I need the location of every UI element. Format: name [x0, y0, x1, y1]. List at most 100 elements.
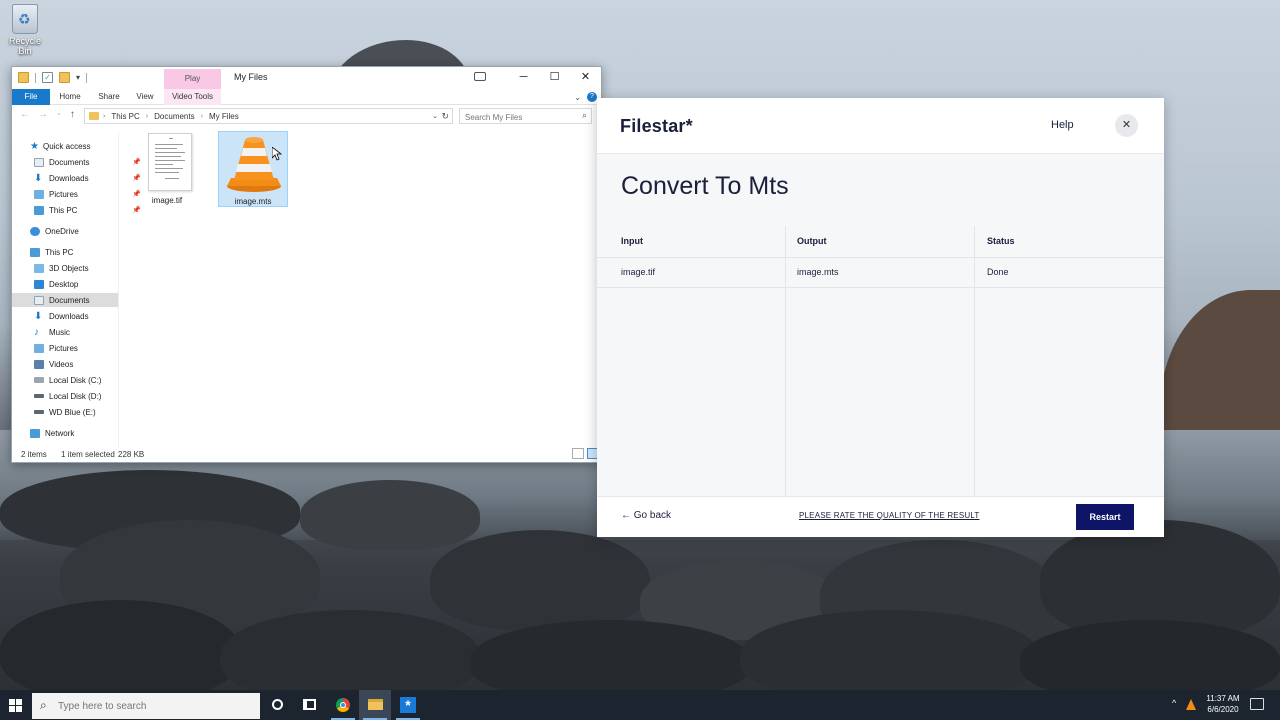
address-bar[interactable]: › This PC › Documents › My Files ⌄ ↻	[84, 108, 453, 124]
clock[interactable]: 11:37 AM 6/6/2020	[1202, 693, 1244, 715]
go-back-button[interactable]: ← Go back	[621, 510, 671, 521]
nav-qa-downloads[interactable]: ⬇ Downloads 📌	[34, 171, 141, 185]
nav-onedrive[interactable]: OneDrive	[30, 224, 79, 238]
cube-icon	[34, 263, 44, 273]
tab-share[interactable]: Share	[94, 89, 124, 105]
ribbon-tabs: File Home Share View Video Tools ⌄ ?	[12, 89, 601, 105]
nav-qa-documents[interactable]: Documents 📌	[34, 155, 141, 169]
forward-arrow-icon[interactable]: →	[38, 109, 48, 120]
filestar-logo: Filestar*	[620, 116, 693, 136]
window-controls: ─ ☐ ✕	[508, 67, 601, 89]
nav-videos[interactable]: Videos	[34, 357, 73, 371]
details-view-icon[interactable]	[572, 448, 584, 459]
nav-qa-this-pc[interactable]: This PC 📌	[34, 203, 141, 217]
search-box[interactable]: ⌕	[459, 108, 592, 125]
nav-quick-access[interactable]: ★ Quick access	[30, 139, 91, 153]
cell-output: image.mts	[797, 267, 839, 277]
taskbar-search-input[interactable]	[58, 697, 248, 715]
properties-icon[interactable]: ✓	[42, 72, 53, 83]
minimize-button[interactable]: ─	[508, 67, 539, 89]
chrome-taskbar-button[interactable]	[327, 690, 359, 720]
nav-pictures[interactable]: Pictures	[34, 341, 78, 355]
close-icon[interactable]: ✕	[1115, 114, 1138, 137]
pin-icon: 📌	[132, 207, 141, 214]
computer-icon	[30, 247, 40, 257]
recent-locations-chevron-icon[interactable]: ⌄	[56, 109, 62, 120]
nav-desktop[interactable]: Desktop	[34, 277, 78, 291]
table-header: Input Output Status	[597, 226, 1164, 258]
tab-view[interactable]: View	[133, 89, 157, 105]
help-link[interactable]: Help	[1051, 119, 1074, 131]
vlc-tray-icon[interactable]	[1186, 699, 1196, 710]
file-explorer-taskbar-button[interactable]	[359, 690, 391, 720]
nav-local-disk-d[interactable]: Local Disk (D:)	[34, 389, 101, 403]
close-button[interactable]: ✕	[570, 67, 601, 89]
restart-button[interactable]: Restart	[1076, 504, 1134, 530]
video-icon	[34, 359, 44, 369]
pictures-icon	[34, 343, 44, 353]
rate-quality-link[interactable]: PLEASE RATE THE QUALITY OF THE RESULT	[799, 511, 979, 520]
new-folder-icon[interactable]	[59, 72, 70, 83]
expand-ribbon-chevron-icon[interactable]: ⌄	[574, 93, 581, 102]
desktop-icon	[34, 279, 44, 289]
cell-input: image.tif	[621, 267, 656, 277]
address-history-chevron-icon[interactable]: ⌄	[432, 112, 438, 120]
cast-to-device-icon[interactable]	[474, 72, 486, 81]
breadcrumb-this-pc[interactable]: This PC	[111, 112, 139, 121]
mouse-cursor-icon	[272, 147, 282, 161]
show-hidden-icons-chevron-icon[interactable]: ^	[1172, 698, 1176, 708]
folder-icon	[89, 112, 99, 120]
clock-time: 11:37 AM	[1206, 694, 1240, 703]
documents-icon	[34, 295, 44, 305]
breadcrumb-documents[interactable]: Documents	[154, 112, 194, 121]
nav-qa-pictures[interactable]: Pictures 📌	[34, 187, 141, 201]
file-tile-image-tif[interactable]: image.tif	[132, 131, 202, 207]
help-icon[interactable]: ?	[587, 92, 597, 102]
tab-home[interactable]: Home	[56, 89, 84, 105]
file-explorer-window: ✓ ▾ Play My Files ─ ☐ ✕ File Home Share …	[11, 66, 602, 463]
nav-this-pc[interactable]: This PC	[30, 245, 73, 259]
star-icon: ★	[30, 140, 39, 152]
cloud-icon	[30, 226, 40, 236]
filestar-taskbar-button[interactable]: *	[392, 690, 424, 720]
nav-music[interactable]: ♪ Music	[34, 325, 70, 339]
nav-documents[interactable]: Documents	[12, 293, 118, 307]
maximize-button[interactable]: ☐	[539, 67, 570, 89]
cortana-button[interactable]	[262, 690, 294, 720]
page-title: Convert To Mts	[621, 172, 789, 200]
pictures-icon	[34, 189, 44, 199]
quick-access-toolbar: ✓ ▾	[18, 72, 88, 83]
up-arrow-icon[interactable]: ↑	[70, 109, 75, 120]
taskbar-search-box[interactable]: ⌕	[32, 693, 260, 719]
clock-date: 6/6/2020	[1207, 705, 1239, 714]
task-view-button[interactable]	[294, 690, 326, 720]
status-selection: 1 item selected	[61, 450, 115, 459]
recycle-bin-desktop-icon[interactable]: Recycle Bin	[2, 4, 48, 56]
customize-toolbar-chevron-icon[interactable]: ▾	[76, 73, 80, 82]
nav-downloads[interactable]: ⬇ Downloads	[34, 309, 89, 323]
drive-icon	[34, 410, 44, 414]
start-button[interactable]	[0, 690, 32, 720]
file-name: image.mts	[234, 197, 272, 206]
navigation-pane[interactable]: ★ Quick access Documents 📌 ⬇ Downloads 📌…	[12, 133, 141, 447]
column-header-status: Status	[987, 236, 1015, 246]
download-arrow-icon: ⬇	[34, 172, 43, 184]
status-bar: 2 items 1 item selected 228 KB	[12, 447, 601, 463]
nav-wd-blue[interactable]: WD Blue (E:)	[34, 405, 96, 419]
pane-divider[interactable]	[118, 133, 119, 447]
tab-video-tools[interactable]: Video Tools	[164, 89, 221, 105]
breadcrumb-my-files[interactable]: My Files	[209, 112, 239, 121]
back-arrow-icon[interactable]: ←	[20, 109, 30, 120]
refresh-icon[interactable]: ↻	[441, 111, 449, 122]
task-view-icon	[303, 699, 316, 710]
nav-network[interactable]: Network	[30, 426, 74, 440]
nav-3d-objects[interactable]: 3D Objects	[34, 261, 89, 275]
download-arrow-icon: ⬇	[34, 310, 43, 322]
documents-icon	[34, 157, 44, 167]
tab-file[interactable]: File	[12, 89, 50, 105]
action-center-icon[interactable]	[1250, 698, 1264, 710]
file-tile-image-mts[interactable]: image.mts	[218, 131, 288, 207]
computer-icon	[34, 205, 44, 215]
search-input[interactable]	[460, 110, 570, 125]
nav-local-disk-c[interactable]: Local Disk (C:)	[34, 373, 101, 387]
